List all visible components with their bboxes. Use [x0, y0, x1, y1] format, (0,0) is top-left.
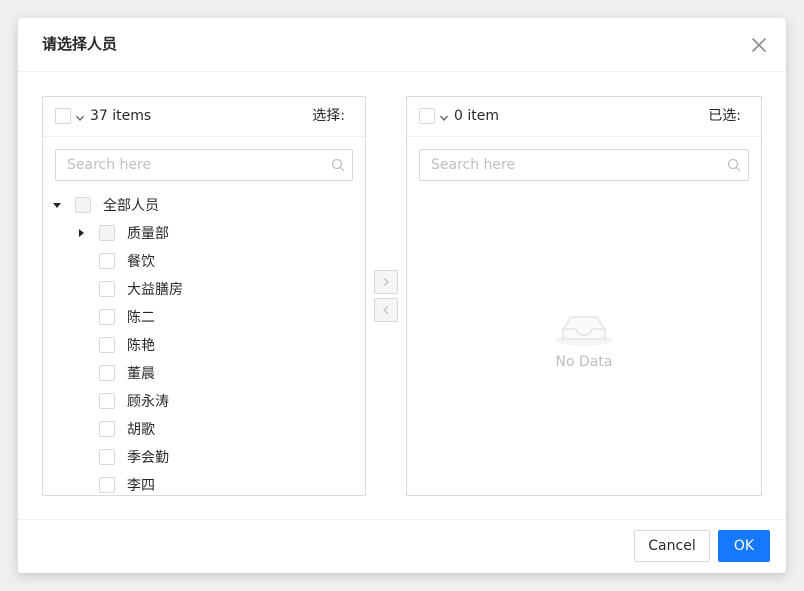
empty-inbox-icon	[556, 316, 612, 346]
chevron-down-icon	[76, 115, 84, 121]
tree-node-label: 季会勤	[127, 450, 169, 466]
select-dropdown-trigger[interactable]	[439, 111, 449, 121]
ok-button[interactable]: OK	[718, 530, 770, 562]
tree-node-person[interactable]: 季会勤	[99, 443, 169, 471]
tree-checkbox[interactable]	[99, 393, 115, 409]
tree-checkbox[interactable]	[99, 253, 115, 269]
tree-node-label: 大益膳房	[127, 282, 183, 298]
modal-footer: Cancel OK	[18, 519, 786, 573]
tree-checkbox[interactable]	[99, 365, 115, 381]
tree-node-person[interactable]: 陈艳	[99, 331, 155, 359]
tree-node-label: 陈艳	[127, 338, 155, 354]
tree-node-label: 李四	[127, 478, 155, 494]
tree-node-person[interactable]: 陈二	[99, 303, 155, 331]
select-all-checkbox[interactable]	[55, 108, 71, 124]
cancel-button[interactable]: Cancel	[634, 530, 710, 562]
tree-checkbox[interactable]	[99, 449, 115, 465]
tree-node-label: 质量部	[127, 226, 169, 242]
move-left-button[interactable]	[374, 298, 398, 322]
target-item-count: 0 item	[454, 108, 499, 124]
empty-state: No Data	[407, 307, 761, 372]
modal-header: 请选择人员	[18, 18, 786, 72]
select-dropdown-trigger[interactable]	[75, 111, 85, 121]
tree-node-label: 胡歌	[127, 422, 155, 438]
caret-right-icon	[79, 229, 84, 237]
tree-node-person[interactable]: 餐饮	[99, 247, 155, 275]
modal-title: 请选择人员	[42, 35, 118, 53]
close-icon	[752, 38, 766, 52]
source-search-input[interactable]	[67, 150, 323, 180]
select-all-checkbox[interactable]	[419, 108, 435, 124]
tree-node-label: 餐饮	[127, 254, 155, 270]
source-item-count: 37 items	[90, 108, 152, 124]
tree-node-person[interactable]: 董晨	[99, 359, 155, 387]
tree-node-dept[interactable]: 质量部	[75, 219, 169, 247]
tree-checkbox[interactable]	[99, 225, 115, 241]
tree-expand-switcher[interactable]	[51, 199, 63, 211]
tree-node-person[interactable]: 李四	[99, 471, 155, 495]
tree-node-label: 全部人员	[103, 198, 159, 214]
tree-checkbox[interactable]	[99, 477, 115, 493]
search-icon	[727, 158, 741, 172]
source-list-header: 37 items 选择:	[43, 97, 365, 137]
target-search-box	[419, 149, 749, 181]
empty-text: No Data	[555, 354, 613, 370]
tree-node-person[interactable]: 顾永涛	[99, 387, 169, 415]
source-list-title: 选择:	[312, 108, 345, 124]
move-right-button[interactable]	[374, 270, 398, 294]
select-people-modal: 请选择人员 37 items 选择: Search here 全部人员 质量部 …	[18, 18, 786, 573]
target-list-header: 0 item 已选:	[407, 97, 761, 137]
tree-checkbox[interactable]	[99, 421, 115, 437]
tree-node-label: 顾永涛	[127, 394, 169, 410]
chevron-down-icon	[440, 115, 448, 121]
search-icon	[331, 158, 345, 172]
tree-node-root[interactable]: 全部人员	[51, 191, 159, 219]
close-button[interactable]	[748, 34, 770, 56]
tree-node-label: 董晨	[127, 366, 155, 382]
source-list: 37 items 选择: 全部人员	[42, 96, 366, 496]
source-search-box	[55, 149, 353, 181]
caret-down-icon	[53, 203, 61, 208]
chevron-right-icon	[383, 278, 389, 286]
tree-node-label: 陈二	[127, 310, 155, 326]
tree-checkbox[interactable]	[99, 337, 115, 353]
target-list-title: 已选:	[708, 108, 741, 124]
target-list: 0 item 已选: No Data	[406, 96, 762, 496]
tree-checkbox[interactable]	[99, 309, 115, 325]
tree-expand-switcher[interactable]	[75, 227, 87, 239]
tree-node-person[interactable]: 胡歌	[99, 415, 155, 443]
tree-checkbox[interactable]	[99, 281, 115, 297]
tree-node-person[interactable]: 大益膳房	[99, 275, 183, 303]
target-search-input[interactable]	[431, 150, 719, 180]
tree-checkbox[interactable]	[75, 197, 91, 213]
chevron-left-icon	[383, 306, 389, 314]
